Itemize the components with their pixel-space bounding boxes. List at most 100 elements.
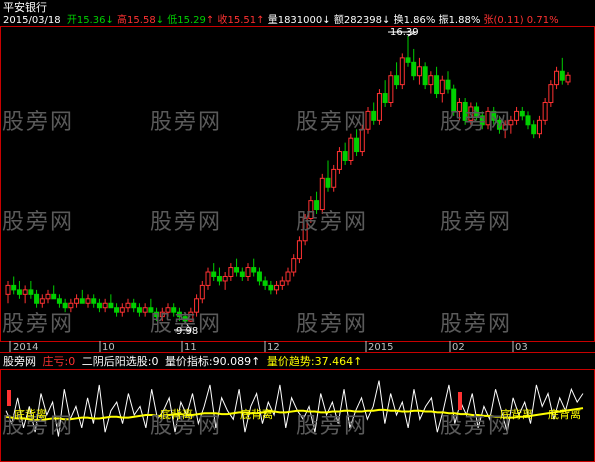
watermark-15: 股旁网 [296, 414, 369, 439]
turnover-label: 换 [393, 15, 404, 26]
price-pane-frame [0, 26, 595, 342]
candle [234, 258, 240, 277]
candle [422, 62, 428, 90]
candle [131, 298, 137, 313]
candle-body [548, 84, 554, 103]
volume-value: 1831000 [277, 15, 323, 26]
candle [108, 294, 114, 309]
signal-label-4: 底背离 [500, 408, 533, 421]
candle-body [388, 75, 394, 103]
change-pct: 0.71% [526, 15, 559, 26]
liangjia-value: 90.089 [212, 355, 252, 368]
qushi-arrow: ↑ [353, 355, 363, 368]
qushi-value: 37.464 [314, 355, 354, 368]
candle-body [245, 267, 251, 277]
candle-body [131, 302, 137, 309]
close-value: 15.51 [227, 15, 257, 26]
candle [519, 106, 525, 121]
signal-label-1: 底背离 [14, 408, 47, 421]
close-label: 收 [217, 15, 228, 26]
liangjia-label: 量价指标: [164, 355, 213, 368]
xaxis-label-2015: 2015 [368, 342, 394, 353]
candle [96, 298, 102, 313]
candle-body [428, 75, 434, 86]
price-low-label: 9.98 [176, 326, 199, 337]
candle [548, 80, 554, 107]
candle-body [234, 267, 240, 273]
high-arrow: ↓ [155, 15, 165, 26]
candle-body [222, 275, 228, 282]
candle-body [354, 137, 360, 153]
candle [245, 263, 251, 281]
candle-body [91, 298, 97, 304]
amplitude-label: 振 [438, 15, 449, 26]
quote-bar: 2015/03/18 开15.36↓ 高15.58↓ 低15.29↑ 收15.5… [3, 15, 559, 27]
candle-body [554, 70, 560, 86]
candle-body [96, 302, 102, 309]
volume-arrow: ↓ [322, 15, 331, 26]
candle [388, 71, 394, 107]
candle [262, 276, 268, 290]
candle [28, 280, 34, 299]
stock-title: 平安银行 [3, 1, 47, 14]
eryin-value: 0 [151, 355, 159, 368]
candle-body [79, 298, 85, 304]
candle [102, 298, 108, 313]
liangjia-arrow: ↑ [251, 355, 261, 368]
candle-body [536, 119, 542, 135]
candle-body [376, 93, 382, 121]
signal-bar [7, 390, 11, 406]
turnover-value: 1.86% [403, 15, 436, 26]
candle-body [45, 293, 51, 300]
amplitude-value: 1.88% [448, 15, 481, 26]
candle [399, 53, 405, 90]
xaxis-label-10: 10 [102, 342, 115, 353]
candle-body [102, 302, 108, 309]
watermark-11: 股旁网 [296, 312, 369, 337]
candle [325, 160, 331, 192]
low-value: 15.29 [177, 15, 206, 26]
candle-body [519, 110, 525, 117]
candle-body [22, 289, 28, 295]
signal-label-2: 底背离 [160, 408, 193, 421]
candle-body [142, 307, 148, 313]
candle [279, 276, 285, 290]
candle-body [5, 284, 11, 295]
candle-body [268, 284, 274, 291]
watermark-9: 股旁网 [2, 312, 75, 337]
candle-body [251, 267, 257, 273]
candle [565, 72, 571, 86]
candle [22, 285, 28, 304]
amount-arrow: ↓ [382, 15, 391, 26]
candle-body [239, 271, 245, 277]
candle [542, 98, 548, 125]
change-label: 张 [483, 15, 494, 26]
candle-body [531, 124, 537, 135]
candle-body [108, 302, 114, 309]
candle-body [296, 240, 302, 260]
candle [79, 289, 85, 304]
candle-body [262, 280, 268, 286]
candle-body [274, 284, 280, 291]
xaxis-label-12: 12 [267, 342, 280, 353]
eryin-label: 二阴后阳选股: [81, 355, 152, 368]
candle-body [119, 307, 125, 313]
candle [514, 106, 520, 125]
candle-body [559, 70, 565, 81]
candle-body [216, 275, 222, 282]
amount-value: 282398 [343, 15, 383, 26]
candle-body [325, 177, 331, 188]
candle-body [371, 110, 377, 121]
candle-body [51, 293, 57, 300]
low-label: 低 [167, 15, 178, 26]
candle [439, 75, 445, 103]
candle [336, 147, 342, 174]
candle [536, 115, 542, 139]
candle-body [11, 284, 17, 291]
candle-body [565, 74, 571, 83]
candle [371, 102, 377, 125]
candle [74, 294, 80, 308]
candle-body [405, 57, 411, 63]
candle [239, 267, 245, 281]
volume-label: 量 [267, 15, 278, 26]
